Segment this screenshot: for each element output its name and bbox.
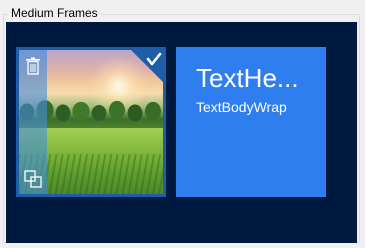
photo-tile[interactable] [16,47,166,197]
tile-toolbar [19,50,47,194]
text-tile[interactable]: TextHe... TextBodyWrap [176,47,326,197]
tile-body-text: TextBodyWrap [196,99,287,115]
tile-heading: TextHe... [196,63,299,93]
duplicate-icon[interactable] [24,170,42,188]
tile-canvas: TextHe... TextBodyWrap [6,22,357,243]
tile-image [19,50,163,194]
group-title: Medium Frames [8,6,101,20]
checkmark-icon [131,50,163,82]
trash-icon[interactable] [25,57,41,75]
